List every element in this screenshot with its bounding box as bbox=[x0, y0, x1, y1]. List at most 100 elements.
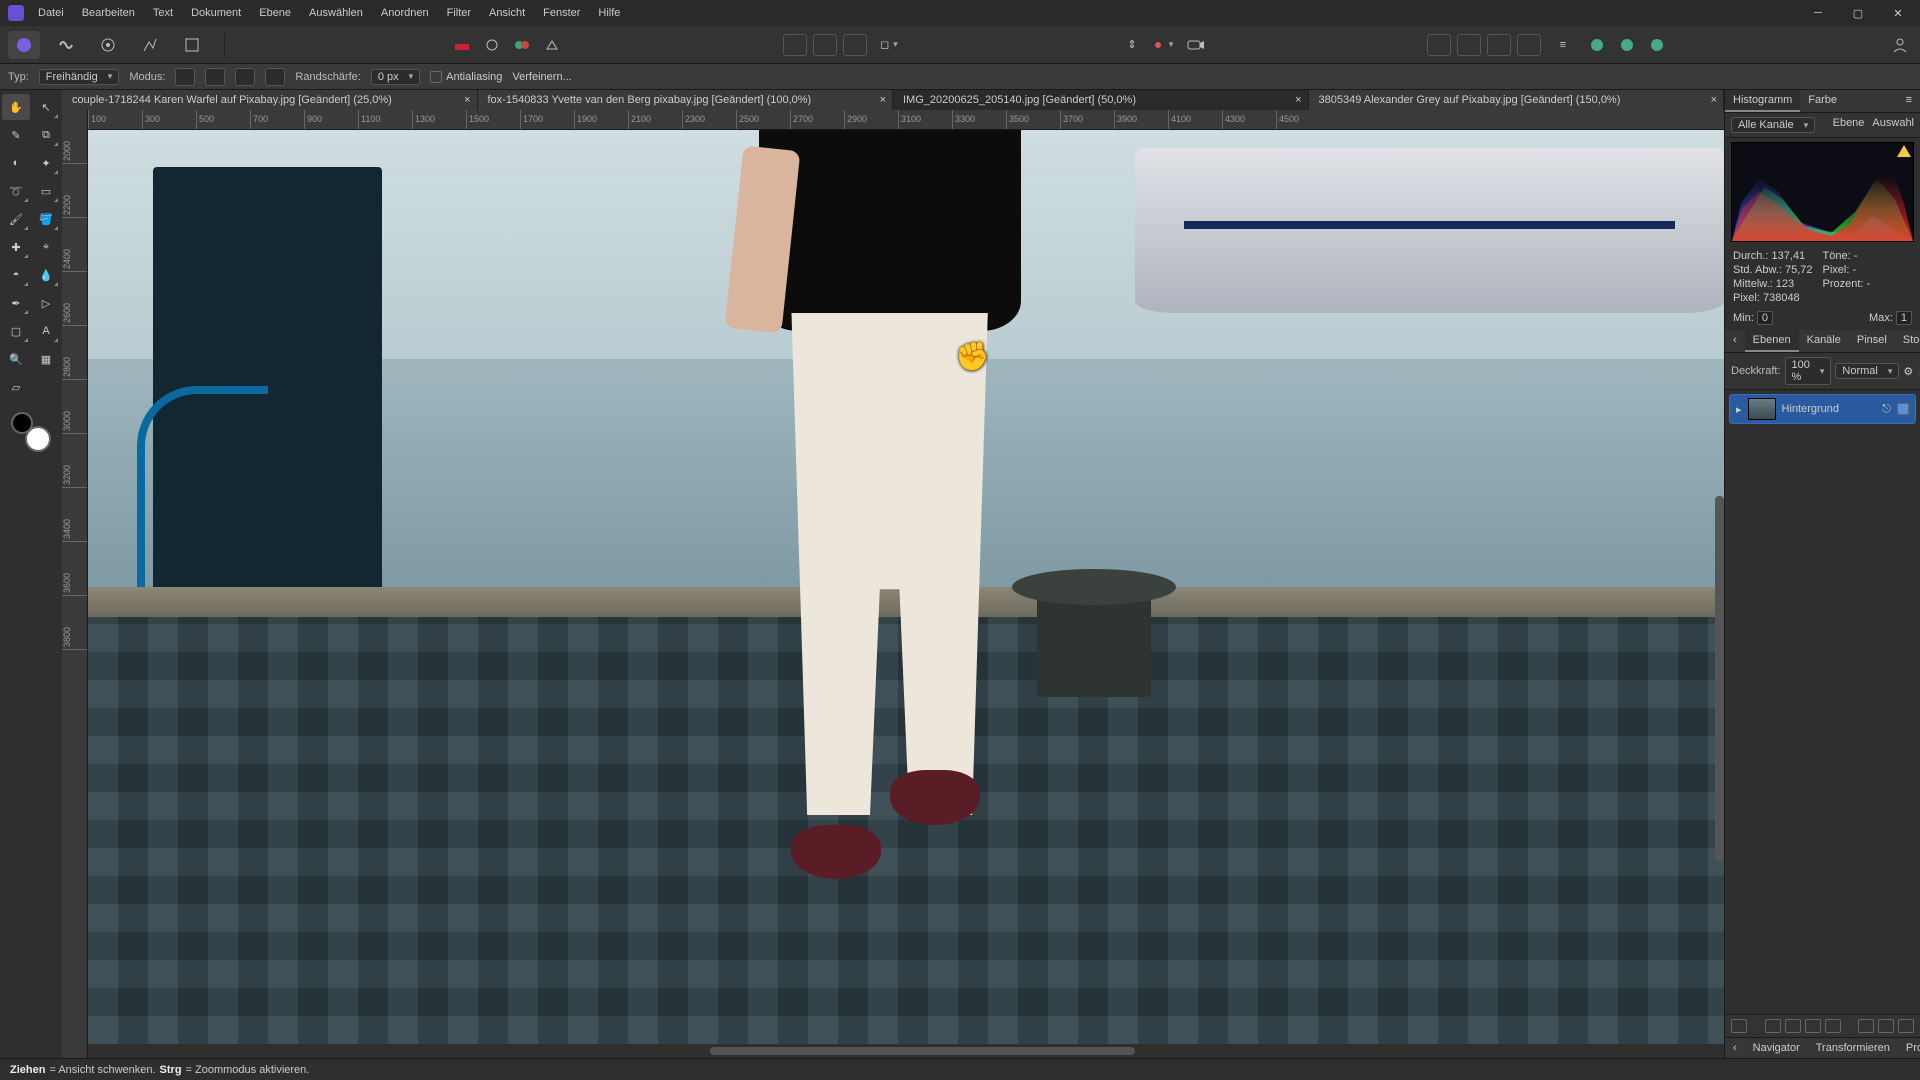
color-format-icon[interactable] bbox=[510, 34, 534, 56]
menu-layer[interactable]: Ebene bbox=[259, 7, 291, 19]
canvas[interactable]: ✊ bbox=[88, 130, 1724, 1044]
marquee-tool[interactable]: ▭ bbox=[32, 178, 60, 204]
node-tool[interactable]: ▷ bbox=[32, 290, 60, 316]
menu-edit[interactable]: Bearbeiten bbox=[82, 7, 135, 19]
arrange-front-icon[interactable] bbox=[1517, 34, 1541, 56]
horizontal-scrollbar-thumb[interactable] bbox=[710, 1047, 1135, 1055]
menu-document[interactable]: Dokument bbox=[191, 7, 241, 19]
panel-expand-icon[interactable]: ‹ bbox=[1725, 1038, 1745, 1058]
panel-collapse-icon[interactable]: ‹ bbox=[1725, 330, 1745, 352]
blendmode-dropdown[interactable]: Normal bbox=[1835, 363, 1899, 379]
align-options[interactable] bbox=[1150, 34, 1174, 56]
tab-color[interactable]: Farbe bbox=[1800, 90, 1845, 112]
mode-intersect[interactable] bbox=[265, 68, 285, 86]
group-icon[interactable] bbox=[1858, 1019, 1874, 1033]
mode-new[interactable] bbox=[175, 68, 195, 86]
selection-brush-tool[interactable]: ◐ bbox=[2, 150, 30, 176]
vertical-scrollbar[interactable] bbox=[1715, 496, 1724, 862]
persona-liquify[interactable] bbox=[50, 31, 82, 59]
eraser-tool[interactable]: ▱ bbox=[2, 374, 30, 400]
move-tool[interactable]: ↖ bbox=[32, 94, 60, 120]
color-picker-tool[interactable]: ✎ bbox=[2, 122, 30, 148]
persona-tone[interactable] bbox=[134, 31, 166, 59]
assistant-icon[interactable] bbox=[540, 34, 564, 56]
scope-layer[interactable]: Ebene bbox=[1833, 117, 1865, 133]
tab-navigator[interactable]: Navigator bbox=[1745, 1038, 1808, 1058]
hist-max[interactable]: 1 bbox=[1896, 311, 1912, 325]
feather-dropdown[interactable]: 0 px bbox=[371, 69, 420, 85]
sync-2-icon[interactable] bbox=[1615, 34, 1639, 56]
tab-history[interactable]: Protokoll bbox=[1898, 1038, 1920, 1058]
layer-visible-checkbox[interactable] bbox=[1897, 403, 1909, 415]
livefilter-icon[interactable] bbox=[1805, 1019, 1821, 1033]
menu-view[interactable]: Ansicht bbox=[489, 7, 525, 19]
align-vertical-icon[interactable]: ⇕ bbox=[1120, 34, 1144, 56]
paint-brush-tool[interactable]: 🖌 bbox=[2, 206, 30, 232]
fill-tool[interactable]: 🪣 bbox=[32, 206, 60, 232]
persona-develop[interactable] bbox=[92, 31, 124, 59]
mask-layer-icon[interactable] bbox=[1731, 1019, 1747, 1033]
mask-icon[interactable] bbox=[1825, 1019, 1841, 1033]
refine-button[interactable]: Verfeinern... bbox=[512, 71, 571, 83]
zoom-tool[interactable]: 🔍 bbox=[2, 346, 30, 372]
opacity-field[interactable]: 100 % bbox=[1785, 357, 1832, 385]
lasso-tool[interactable]: ➰ bbox=[2, 178, 30, 204]
dodge-tool[interactable]: ◓ bbox=[2, 262, 30, 288]
channels-dropdown[interactable]: Alle Kanäle bbox=[1731, 117, 1815, 133]
adjustment-icon[interactable] bbox=[1765, 1019, 1781, 1033]
tab-channels[interactable]: Kanäle bbox=[1799, 330, 1849, 352]
pen-tool[interactable]: ✒ bbox=[2, 290, 30, 316]
crop-tool[interactable]: ⧉ bbox=[32, 122, 60, 148]
quickmask-icon[interactable] bbox=[480, 34, 504, 56]
layer-link-icon[interactable]: ⎋ bbox=[1882, 403, 1891, 416]
arrange-backward-icon[interactable] bbox=[1457, 34, 1481, 56]
color-swatch[interactable] bbox=[11, 412, 51, 452]
window-close[interactable]: ✕ bbox=[1884, 4, 1912, 22]
record-icon[interactable] bbox=[1184, 34, 1208, 56]
tab-histogram[interactable]: Histogramm bbox=[1725, 90, 1800, 112]
sync-1-icon[interactable] bbox=[1585, 34, 1609, 56]
horizontal-scrollbar-track[interactable] bbox=[88, 1044, 1724, 1058]
tab-brushes[interactable]: Pinsel bbox=[1849, 330, 1895, 352]
shape-tool[interactable]: ▢ bbox=[2, 318, 30, 344]
mesh-tool[interactable]: ▦ bbox=[32, 346, 60, 372]
close-icon[interactable]: × bbox=[1711, 94, 1717, 106]
account-icon[interactable] bbox=[1888, 34, 1912, 56]
hist-min[interactable]: 0 bbox=[1757, 311, 1773, 325]
mode-add[interactable] bbox=[205, 68, 225, 86]
layer-fx-icon[interactable]: ⚙ bbox=[1903, 365, 1913, 378]
menu-file[interactable]: Datei bbox=[38, 7, 64, 19]
tab-stock[interactable]: Stock bbox=[1895, 330, 1920, 352]
healing-tool[interactable]: ✚ bbox=[2, 234, 30, 260]
window-maximize[interactable]: ▢ bbox=[1844, 4, 1872, 22]
hand-tool[interactable]: ✋ bbox=[2, 94, 30, 120]
menu-select[interactable]: Auswählen bbox=[309, 7, 363, 19]
scope-selection[interactable]: Auswahl bbox=[1872, 117, 1914, 133]
panel-menu-icon[interactable]: ≡ bbox=[1898, 90, 1920, 112]
doc-tab-2[interactable]: IMG_20200625_205140.jpg [Geändert] (50,0… bbox=[893, 90, 1309, 110]
tab-transform[interactable]: Transformieren bbox=[1808, 1038, 1898, 1058]
delete-layer-icon[interactable] bbox=[1898, 1019, 1914, 1033]
persona-photo[interactable] bbox=[8, 31, 40, 59]
menu-help[interactable]: Hilfe bbox=[598, 7, 620, 19]
selection-new-icon[interactable] bbox=[783, 34, 807, 56]
arrange-forward-icon[interactable] bbox=[1487, 34, 1511, 56]
mode-subtract[interactable] bbox=[235, 68, 255, 86]
fx-icon[interactable] bbox=[1785, 1019, 1801, 1033]
selection-sub-icon[interactable] bbox=[843, 34, 867, 56]
close-icon[interactable]: × bbox=[1295, 94, 1301, 106]
flood-select-tool[interactable]: ✦ bbox=[32, 150, 60, 176]
clone-tool[interactable]: ⌖ bbox=[32, 234, 60, 260]
autoselect-icon[interactable] bbox=[450, 34, 474, 56]
add-pixel-icon[interactable] bbox=[1878, 1019, 1894, 1033]
doc-tab-3[interactable]: 3805349 Alexander Grey auf Pixabay.jpg [… bbox=[1309, 90, 1725, 110]
snapping-dropdown[interactable]: ◻ bbox=[877, 34, 901, 56]
menu-filter[interactable]: Filter bbox=[447, 7, 471, 19]
text-tool[interactable]: A bbox=[32, 318, 60, 344]
sync-3-icon[interactable] bbox=[1645, 34, 1669, 56]
type-dropdown[interactable]: Freihändig bbox=[39, 69, 120, 85]
close-icon[interactable]: × bbox=[880, 94, 886, 106]
arrange-back-icon[interactable] bbox=[1427, 34, 1451, 56]
selection-add-icon[interactable] bbox=[813, 34, 837, 56]
blur-tool[interactable]: 💧 bbox=[32, 262, 60, 288]
